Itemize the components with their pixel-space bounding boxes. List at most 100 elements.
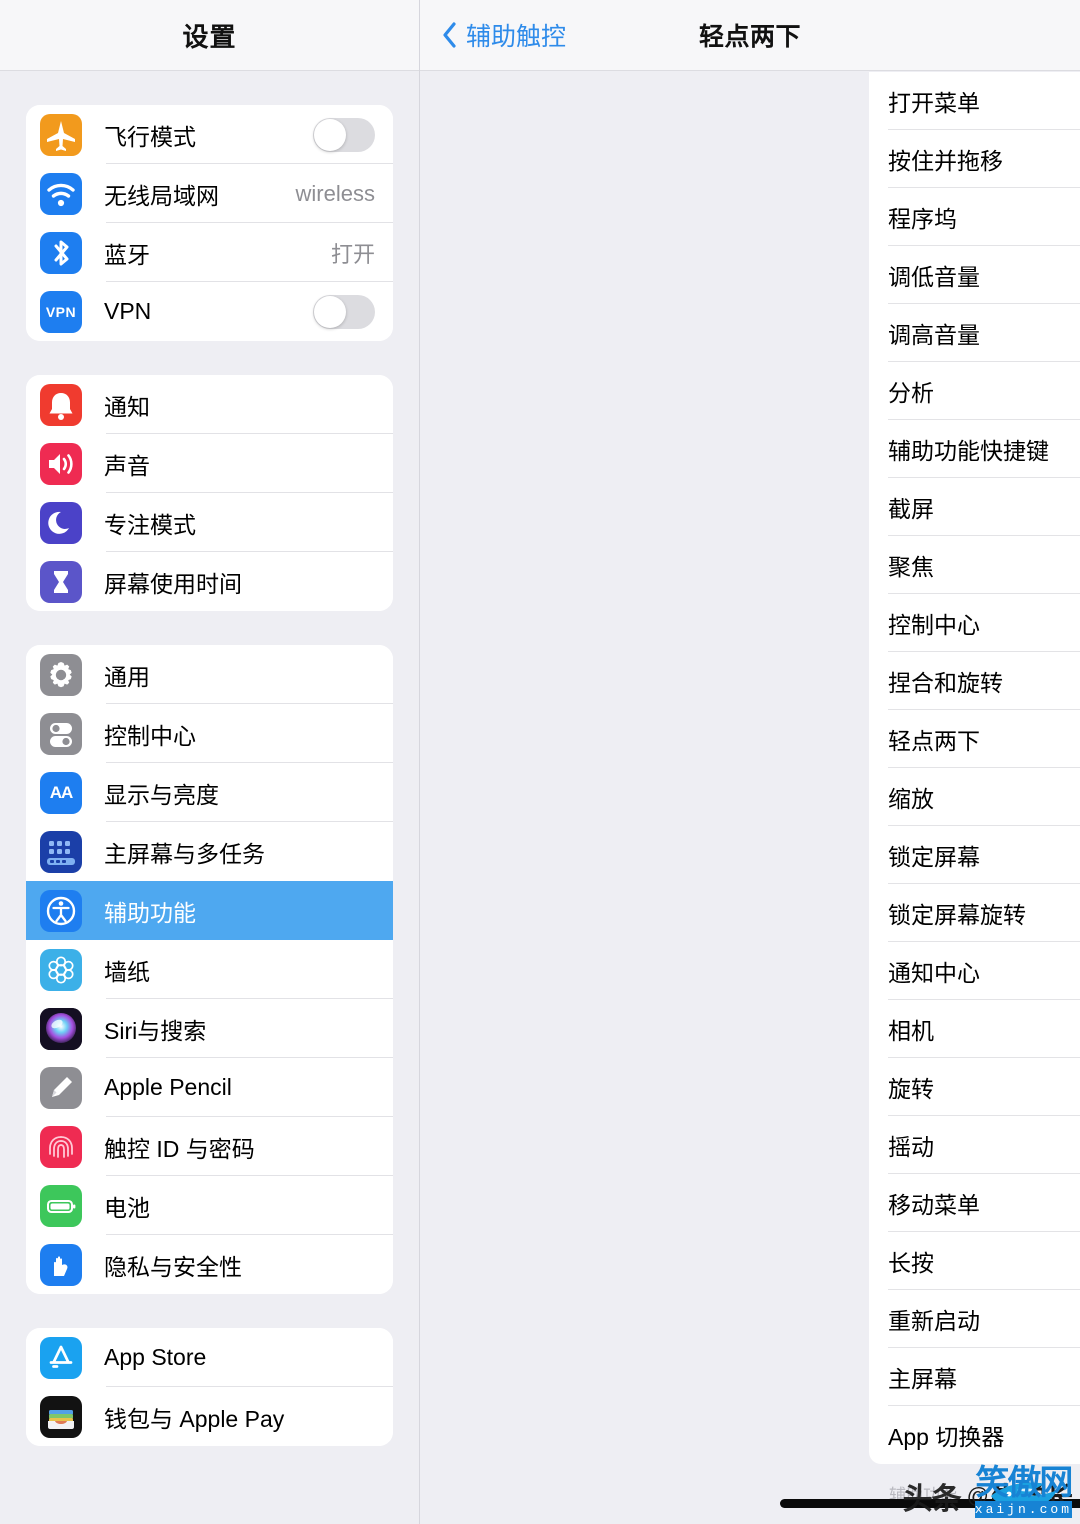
sidebar-item-label: 显示与亮度	[104, 781, 219, 808]
option-label: 分析	[888, 380, 934, 406]
option-row[interactable]: 分析	[869, 362, 1080, 420]
option-row[interactable]: 移动菜单	[869, 1174, 1080, 1232]
option-row[interactable]: 捏合和旋转	[869, 652, 1080, 710]
toggle-switch[interactable]	[313, 294, 375, 329]
option-row[interactable]: 按住并拖移	[869, 130, 1080, 188]
accessibility-icon	[40, 889, 82, 932]
option-row[interactable]: 程序坞	[869, 188, 1080, 246]
option-label: 控制中心	[888, 612, 980, 638]
option-row[interactable]: 重新启动	[869, 1290, 1080, 1348]
option-row[interactable]: 通知中心	[869, 942, 1080, 1000]
chevron-left-icon	[443, 22, 456, 48]
option-row[interactable]: 截屏	[869, 478, 1080, 536]
option-row[interactable]: 锁定屏幕	[869, 826, 1080, 884]
option-label: 缩放	[888, 786, 934, 812]
double-tap-options-list[interactable]: 打开菜单 按住并拖移 程序坞调低音量调高音量分析辅助功能快捷键截屏聚焦控制中心捏合和…	[869, 72, 1080, 1464]
option-row[interactable]: 控制中心	[869, 594, 1080, 652]
option-row[interactable]: 旋转	[869, 1058, 1080, 1116]
toggle-switch[interactable]	[313, 117, 375, 152]
option-row[interactable]: 锁定屏幕旋转	[869, 884, 1080, 942]
sidebar-item-alerts-0[interactable]: 通知	[26, 375, 393, 434]
sidebar-item-connectivity-1[interactable]: 无线局域网 wireless	[26, 164, 393, 223]
sidebar-item-label: 通用	[104, 663, 150, 690]
option-row[interactable]: 长按	[869, 1232, 1080, 1290]
option-label: 聚焦	[888, 554, 934, 580]
sidebar-item-label: 声音	[104, 452, 150, 479]
option-row[interactable]: 聚焦	[869, 536, 1080, 594]
option-row[interactable]: 摇动	[869, 1116, 1080, 1174]
battery-icon	[40, 1184, 82, 1227]
sidebar-item-label: VPN	[104, 298, 152, 324]
detail-panel: 辅助触控 轻点两下 打开菜单 按住并拖移 程序坞调低音量调高音量分析辅助功能快捷键截…	[420, 0, 1080, 1524]
sidebar-item-system-3[interactable]: 主屏幕与多任务	[26, 822, 393, 881]
sidebar-item-label: 屏幕使用时间	[104, 570, 242, 597]
bluetooth-icon	[40, 231, 82, 274]
sidebar-item-alerts-1[interactable]: 声音	[26, 434, 393, 493]
sidebar-item-system-0[interactable]: 通用	[26, 645, 393, 704]
option-row[interactable]: App 切换器	[869, 1406, 1080, 1464]
sidebar-item-system-7[interactable]: Apple Pencil	[26, 1058, 393, 1117]
sidebar-item-system-9[interactable]: 电池	[26, 1176, 393, 1235]
sidebar-item-value: wireless	[295, 180, 375, 206]
option-row[interactable]: 调低音量	[869, 246, 1080, 304]
option-label: 调低音量	[888, 264, 980, 290]
sidebar-group-connectivity: 飞行模式无线局域网 wireless 蓝牙 打开 VPN VPN	[26, 105, 393, 341]
home-grid-icon	[40, 830, 82, 873]
hourglass-icon	[40, 560, 82, 603]
option-row[interactable]: 缩放	[869, 768, 1080, 826]
option-row[interactable]: 相机	[869, 1000, 1080, 1058]
option-label: 截屏	[888, 496, 934, 522]
option-row[interactable]: 辅助功能快捷键	[869, 420, 1080, 478]
sidebar-item-label: 辅助功能	[104, 899, 196, 926]
sidebar-group-system: 通用控制中心 AA 显示与亮度主屏幕与多任务辅助功能墙纸 Siri与搜索 Apple P…	[26, 645, 393, 1294]
settings-sidebar: 设置 飞行模式无线局域网 wireless 蓝牙 打开 VPN VPN 通知声音专注模式屏幕…	[0, 0, 420, 1524]
home-indicator[interactable]	[780, 1499, 1080, 1508]
sidebar-item-connectivity-3[interactable]: VPN VPN	[26, 282, 393, 341]
option-row[interactable]: 打开菜单	[869, 72, 1080, 130]
vpn-icon: VPN	[40, 290, 82, 333]
sidebar-item-system-8[interactable]: 触控 ID 与密码	[26, 1117, 393, 1176]
sidebar-item-label: 墙纸	[104, 958, 150, 985]
sidebar-title: 设置	[182, 21, 237, 52]
option-row[interactable]: 调高音量	[869, 304, 1080, 362]
sidebar-item-connectivity-0[interactable]: 飞行模式	[26, 105, 393, 164]
option-label: 重新启动	[888, 1308, 980, 1334]
option-label: 轻点两下	[888, 728, 980, 754]
sidebar-item-system-10[interactable]: 隐私与安全性	[26, 1235, 393, 1294]
sidebar-item-label: 无线局域网	[104, 182, 219, 209]
sidebar-item-services-1[interactable]: 钱包与 Apple Pay	[26, 1387, 393, 1446]
sidebar-group-alerts: 通知声音专注模式屏幕使用时间	[26, 375, 393, 611]
option-label: 捏合和旋转	[888, 670, 1003, 696]
option-row[interactable]: 主屏幕	[869, 1348, 1080, 1406]
toggle-knob	[314, 118, 346, 151]
sidebar-item-system-6[interactable]: Siri与搜索	[26, 999, 393, 1058]
shark-logo-icon	[990, 1482, 1057, 1518]
sidebar-item-connectivity-2[interactable]: 蓝牙 打开	[26, 223, 393, 282]
sidebar-item-label: 隐私与安全性	[104, 1253, 242, 1280]
sidebar-item-alerts-2[interactable]: 专注模式	[26, 493, 393, 552]
sidebar-item-system-5[interactable]: 墙纸	[26, 940, 393, 999]
text-size-icon: AA	[40, 771, 82, 814]
pencil-icon	[40, 1066, 82, 1109]
option-label: 相机	[888, 1018, 934, 1044]
sidebar-item-services-0[interactable]: App Store	[26, 1328, 393, 1387]
option-label: 长按	[888, 1250, 934, 1276]
sidebar-item-system-2[interactable]: AA 显示与亮度	[26, 763, 393, 822]
gear-icon	[40, 653, 82, 696]
sidebar-item-alerts-3[interactable]: 屏幕使用时间	[26, 552, 393, 611]
sidebar-scroll-area[interactable]: 飞行模式无线局域网 wireless 蓝牙 打开 VPN VPN 通知声音专注模式屏幕使用时…	[0, 105, 419, 1446]
sidebar-item-label: 专注模式	[104, 511, 196, 538]
option-row[interactable]: 轻点两下	[869, 710, 1080, 768]
sidebar-item-value: 打开	[330, 241, 375, 267]
airplane-icon	[40, 113, 82, 156]
sidebar-item-label: 钱包与 Apple Pay	[104, 1405, 285, 1432]
sidebar-item-system-1[interactable]: 控制中心	[26, 704, 393, 763]
sidebar-item-selected-system-4[interactable]: 辅助功能	[26, 881, 393, 940]
back-button[interactable]: 辅助触控	[442, 17, 566, 53]
sidebar-header: 设置	[0, 0, 419, 71]
option-label: 主屏幕	[888, 1366, 957, 1392]
option-label: App 切换器	[888, 1424, 1005, 1450]
sidebar-item-label: Siri与搜索	[104, 1017, 207, 1044]
sidebar-group-services: App Store 钱包与 Apple Pay	[26, 1328, 393, 1446]
sidebar-item-label: Apple Pencil	[104, 1074, 232, 1100]
